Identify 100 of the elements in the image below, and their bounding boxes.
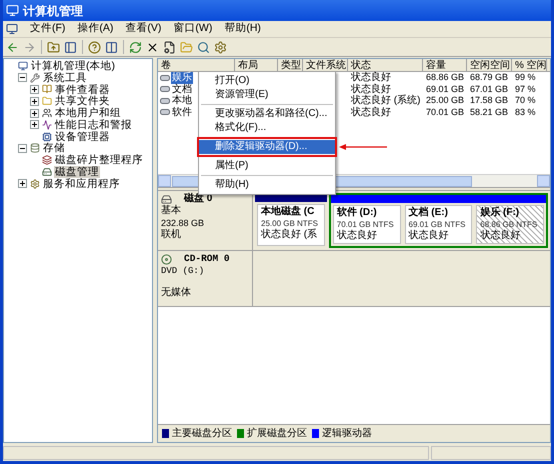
menu-item[interactable]: 查看(V)	[125, 21, 162, 37]
tree-item[interactable]: 事件查看器	[54, 84, 111, 96]
table-cell-text: 状态良好	[350, 72, 392, 84]
collapse-icon[interactable]	[18, 73, 27, 82]
column-header[interactable]: % 空闲	[512, 59, 547, 71]
table-cell-text: 68.79 GB	[469, 72, 510, 84]
table-cell-text: 70 %	[514, 95, 537, 106]
column-header[interactable]: 状态	[348, 59, 423, 71]
expand-icon[interactable]	[30, 96, 39, 106]
partition-block[interactable]: 软件 (D:) 70.01 GB NTFS 状态良好	[332, 205, 400, 244]
menu-option[interactable]: 属性(P)	[199, 159, 335, 173]
hard-drive-icon	[42, 167, 52, 178]
partition-block[interactable]: 文档 (E:) 69.01 GB NTFS 状态良好	[404, 205, 472, 244]
expand-icon[interactable]	[30, 120, 39, 130]
back-arrow-icon[interactable]	[6, 40, 19, 54]
collapse-icon[interactable]	[18, 144, 27, 153]
tree-item[interactable]: 磁盘碎片整理程序	[54, 154, 144, 166]
panel-icon[interactable]	[64, 40, 77, 54]
table-cell-text: 97 %	[514, 84, 537, 95]
tree-item[interactable]: 存储	[42, 142, 66, 154]
table-cell-text: 67.01 GB	[469, 84, 510, 95]
tree-item[interactable]: 设备管理器	[54, 130, 111, 143]
partition-block[interactable]: 娱乐 (F:) 68.86 GB NTFS 状态良好	[476, 205, 544, 244]
partition-name: 文档 (E:)	[408, 207, 449, 219]
folder-up-icon[interactable]	[47, 40, 60, 54]
table-cell-text: 状态良好	[350, 84, 392, 94]
disk-status: 联机	[161, 229, 182, 241]
legend-label: 主要磁盘分区	[172, 426, 232, 441]
gear-icon	[30, 178, 40, 189]
table-cell-text: 状态良好 (系统)	[350, 95, 422, 106]
table-cell-text: 83 %	[514, 106, 537, 118]
partition-size: 68.86 GB NTFS	[480, 219, 538, 230]
partition-status: 状态良好	[408, 230, 450, 242]
partition-status: 状态良好	[480, 230, 522, 242]
table-cell-text: 25.00 GB	[425, 95, 466, 106]
properties-icon[interactable]	[163, 40, 176, 54]
partition-size: 69.01 GB NTFS	[408, 219, 466, 230]
column-header[interactable]: 空闲空间	[467, 59, 512, 71]
tree-item[interactable]: 磁盘管理	[54, 166, 100, 178]
partition-status: 状态良好 (系	[261, 229, 318, 241]
computer-icon	[6, 23, 18, 35]
menu-option[interactable]: 帮助(H)	[199, 178, 335, 192]
wrench-icon	[30, 72, 40, 83]
tree-item[interactable]: 系统工具	[42, 72, 88, 84]
chip-icon	[42, 132, 52, 142]
table-cell-text: 17.58 GB	[469, 95, 510, 106]
volume-name[interactable]: 本地	[171, 95, 193, 106]
table-cell-text: 状态良好	[350, 106, 392, 118]
menu-item[interactable]: 帮助(H)	[224, 21, 261, 37]
menu-option[interactable]: 删除逻辑驱动器(D)...	[199, 140, 335, 154]
menu-item[interactable]: 文件(F)	[30, 21, 66, 37]
partition-name: 娱乐 (F:)	[480, 207, 520, 219]
table-cell-text: 69.01 GB	[425, 84, 466, 95]
column-header[interactable]: 容量	[423, 59, 467, 71]
table-cell-text: 58.21 GB	[469, 106, 510, 118]
expand-icon[interactable]	[18, 179, 27, 188]
volume-name[interactable]: 文档	[171, 84, 193, 95]
arrow	[339, 143, 387, 151]
tree-item[interactable]: 计算机管理(本地)	[30, 60, 116, 72]
partition-size: 70.01 GB NTFS	[336, 219, 395, 230]
partition-status: 状态良好	[336, 230, 378, 242]
storage-icon	[30, 143, 40, 154]
computer-icon	[18, 60, 28, 71]
disk-status: 无媒体	[161, 287, 192, 299]
legend-label: 逻辑驱动器	[322, 426, 372, 441]
menu-item[interactable]: 窗口(W)	[173, 21, 212, 37]
tree-item[interactable]: 服务和应用程序	[42, 178, 121, 190]
disk-size: 232.88 GB	[161, 217, 206, 228]
volume-name[interactable]: 娱乐	[171, 72, 193, 84]
cd-drive-icon	[161, 254, 172, 264]
chart-icon	[42, 120, 52, 130]
tree-item[interactable]: 性能日志和警报	[54, 118, 133, 131]
volume-name[interactable]: 软件	[171, 106, 193, 118]
computer-icon	[6, 4, 19, 17]
refresh-icon[interactable]	[129, 40, 142, 54]
expand-icon[interactable]	[30, 84, 39, 94]
menu-option[interactable]: 更改驱动器名和路径(C)...	[199, 107, 335, 121]
menu-option[interactable]: 资源管理(E)	[199, 88, 335, 102]
tree-item[interactable]: 共享文件夹	[54, 95, 111, 108]
columns-icon[interactable]	[105, 40, 118, 54]
table-cell-text: 68.86 GB	[425, 72, 466, 84]
tree-item[interactable]: 本地用户和组	[54, 107, 122, 120]
expand-icon[interactable]	[30, 108, 39, 118]
users-icon	[42, 108, 52, 118]
disk-type: DVD (G:)	[161, 265, 206, 277]
search-icon[interactable]	[197, 40, 210, 54]
menu-item[interactable]: 操作(A)	[77, 21, 114, 37]
partition-name: 软件 (D:)	[336, 207, 378, 219]
table-cell-text: 99 %	[514, 72, 537, 84]
gear-icon[interactable]	[214, 40, 227, 54]
disk-type: 基本	[161, 205, 182, 217]
menu-option[interactable]: 格式化(F)...	[199, 121, 335, 135]
partition-size: 25.00 GB NTFS	[261, 218, 319, 228]
window-title: 计算机管理	[23, 2, 83, 20]
help-icon[interactable]	[88, 40, 101, 54]
partition-block[interactable]: 本地磁盘 (C 25.00 GB NTFS 状态良好 (系	[257, 204, 325, 246]
layers-icon	[42, 155, 52, 166]
menu-option[interactable]: 打开(O)	[199, 74, 335, 88]
x-icon[interactable]	[146, 40, 159, 54]
disk-name: CD-ROM 0	[184, 253, 230, 265]
